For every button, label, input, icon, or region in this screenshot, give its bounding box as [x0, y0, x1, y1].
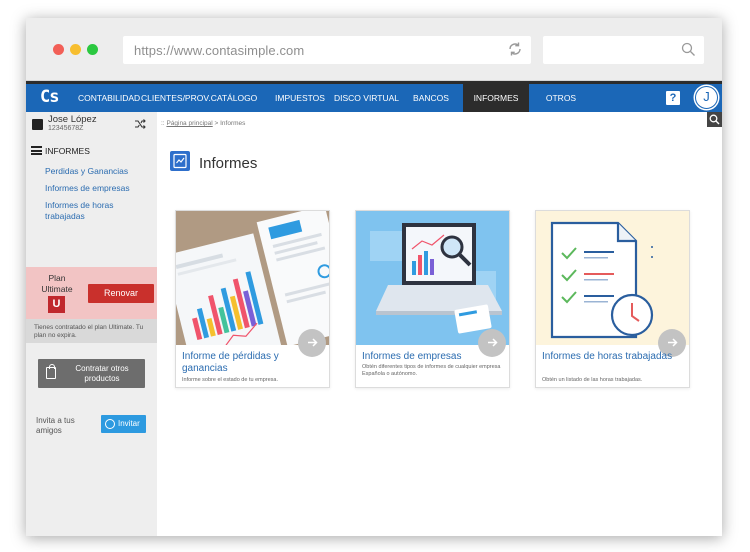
search-icon [681, 42, 695, 56]
main-content: :: Página principal > Informes Informes [157, 112, 722, 536]
card-description: Obtén diferentes tipos de informes de cu… [362, 364, 501, 377]
reports-icon [170, 151, 190, 171]
sidebar-link-perdidas-ganancias[interactable]: Perdidas y Ganancias [45, 166, 145, 177]
nav-informes[interactable]: INFORMES [463, 84, 529, 112]
card-title[interactable]: Informe de pérdidas y ganancias [182, 351, 322, 375]
switch-company-icon[interactable] [134, 118, 146, 130]
maximize-window-button[interactable] [87, 44, 98, 55]
sidebar-link-horas-trabajadas[interactable]: Informes de horas trabajadas [45, 200, 145, 222]
browser-search-input[interactable] [543, 36, 704, 64]
sidebar-link-informes-empresas[interactable]: Informes de empresas [45, 183, 145, 194]
browser-window: https://www.contasimple.com Cs CONTABILI… [26, 18, 722, 536]
menu-icon [31, 146, 42, 155]
card-description: Informe sobre el estado de tu empresa. [182, 377, 278, 383]
plan-note: Tienes contratado el plan Ultimate. Tu p… [26, 319, 157, 343]
browser-toolbar: https://www.contasimple.com [26, 18, 722, 81]
user-id: 12345678Z [48, 125, 84, 132]
close-window-button[interactable] [53, 44, 64, 55]
card-title[interactable]: Informes de horas trabajadas [542, 351, 682, 363]
sidebar: Jose López 12345678Z INFORMES Perdidas y… [26, 112, 157, 536]
card-image-charts [176, 211, 329, 345]
minimize-window-button[interactable] [70, 44, 81, 55]
main-navbar: Cs CONTABILIDAD CLIENTES/PROV. CATÁLOGO … [26, 81, 722, 112]
plan-ultimate-badge: U [48, 296, 65, 313]
address-bar-url: https://www.contasimple.com [134, 43, 305, 58]
sidebar-section-title: INFORMES [31, 146, 90, 156]
card-title[interactable]: Informes de empresas [362, 351, 502, 363]
card-informes-empresas[interactable]: Informes de empresas Obtén diferentes ti… [355, 210, 510, 388]
breadcrumb-home-link[interactable]: Página principal [166, 120, 212, 127]
renew-button[interactable]: Renovar [88, 284, 154, 303]
card-description: Obtén un listado de las horas trabajadas… [542, 377, 643, 383]
contract-products-label: Contratar otros productos [75, 364, 129, 383]
user-avatar[interactable]: J [695, 86, 718, 109]
help-button[interactable]: ? [666, 91, 680, 105]
contract-products-button[interactable]: Contratar otros productos [38, 359, 145, 388]
invite-button-label: Invitar [118, 419, 140, 428]
page-search-button[interactable] [707, 112, 722, 127]
reload-icon[interactable] [507, 41, 523, 57]
contasimple-logo[interactable]: Cs [40, 87, 60, 107]
nav-clientes-prov[interactable]: CLIENTES/PROV. [141, 84, 211, 112]
invite-friends-text: Invita a tus amigos [36, 416, 75, 435]
sidebar-section-label: INFORMES [45, 146, 90, 156]
card-image-checklist [536, 211, 689, 345]
breadcrumb: :: Página principal > Informes [161, 120, 245, 127]
user-row: Jose López 12345678Z [26, 112, 157, 136]
card-image-laptop [356, 211, 509, 345]
card-horas-trabajadas[interactable]: Informes de horas trabajadas Obtén un li… [535, 210, 690, 388]
plan-label: Plan Ultimate [41, 273, 73, 294]
nav-disco-virtual[interactable]: DISCO VIRTUAL [334, 84, 399, 112]
plan-box: Plan Ultimate U Renovar [26, 267, 157, 319]
nav-bancos[interactable]: BANCOS [406, 84, 456, 112]
user-name: Jose López [48, 114, 97, 125]
card-perdidas-ganancias[interactable]: Informe de pérdidas y ganancias Informe … [175, 210, 330, 388]
address-bar[interactable]: https://www.contasimple.com [123, 36, 531, 64]
invite-button[interactable]: Invitar [101, 415, 146, 433]
nav-otros[interactable]: OTROS [536, 84, 586, 112]
user-card-icon [32, 119, 43, 130]
globe-icon [105, 419, 115, 429]
magnifier-icon [709, 114, 720, 125]
nav-impuestos[interactable]: IMPUESTOS [274, 84, 326, 112]
nav-contabilidad[interactable]: CONTABILIDAD [78, 84, 140, 112]
breadcrumb-prefix: :: [161, 120, 165, 127]
nav-catalogo[interactable]: CATÁLOGO [208, 84, 260, 112]
shopping-bag-icon [46, 364, 56, 379]
page-title: Informes [199, 155, 258, 172]
breadcrumb-current: > Informes [214, 120, 246, 127]
